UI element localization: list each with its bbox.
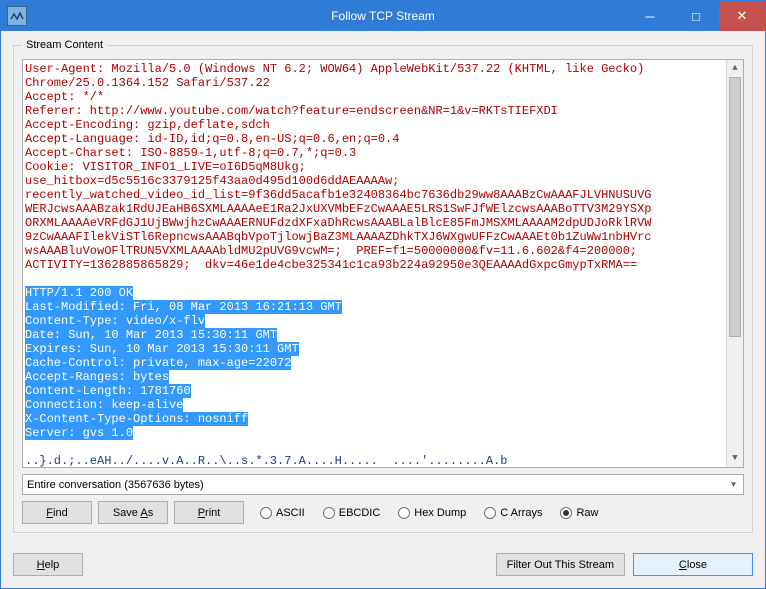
radio-ebcdic[interactable]: EBCDIC [323,507,381,519]
filter-out-stream-button[interactable]: Filter Out This Stream [496,553,625,576]
find-button[interactable]: Find [22,501,92,524]
conversation-select[interactable]: Entire conversation (3567636 bytes) ▾ [22,474,744,495]
close-window-button[interactable]: ✕ [719,1,765,31]
title-bar: Follow TCP Stream ─ □ ✕ [1,1,765,31]
chevron-down-icon: ▾ [726,479,741,490]
scroll-down-button[interactable]: ▼ [727,450,743,467]
stream-content-group: Stream Content User-Agent: Mozilla/5.0 (… [13,39,753,533]
maximize-button[interactable]: □ [673,1,719,31]
help-button[interactable]: Help [13,553,83,576]
scrollbar-vertical[interactable]: ▲ ▼ [726,60,743,467]
app-icon [7,6,27,26]
radio-carrays[interactable]: C Arrays [484,507,542,519]
scroll-up-button[interactable]: ▲ [727,60,743,77]
encoding-radio-group: ASCII EBCDIC Hex Dump C Arrays Raw [260,507,598,519]
print-button[interactable]: Print [174,501,244,524]
client-area: Stream Content User-Agent: Mozilla/5.0 (… [1,31,765,588]
close-button[interactable]: Close [633,553,753,576]
stream-textarea[interactable]: User-Agent: Mozilla/5.0 (Windows NT 6.2;… [22,59,744,468]
radio-hexdump[interactable]: Hex Dump [398,507,466,519]
window-buttons: ─ □ ✕ [627,1,765,31]
conversation-select-value: Entire conversation (3567636 bytes) [27,479,204,491]
radio-ascii[interactable]: ASCII [260,507,305,519]
wireshark-icon [10,10,24,22]
minimize-button[interactable]: ─ [627,1,673,31]
save-as-button[interactable]: Save As [98,501,168,524]
stream-content-legend: Stream Content [22,39,107,51]
scroll-thumb[interactable] [729,77,741,337]
radio-raw[interactable]: Raw [560,507,598,519]
